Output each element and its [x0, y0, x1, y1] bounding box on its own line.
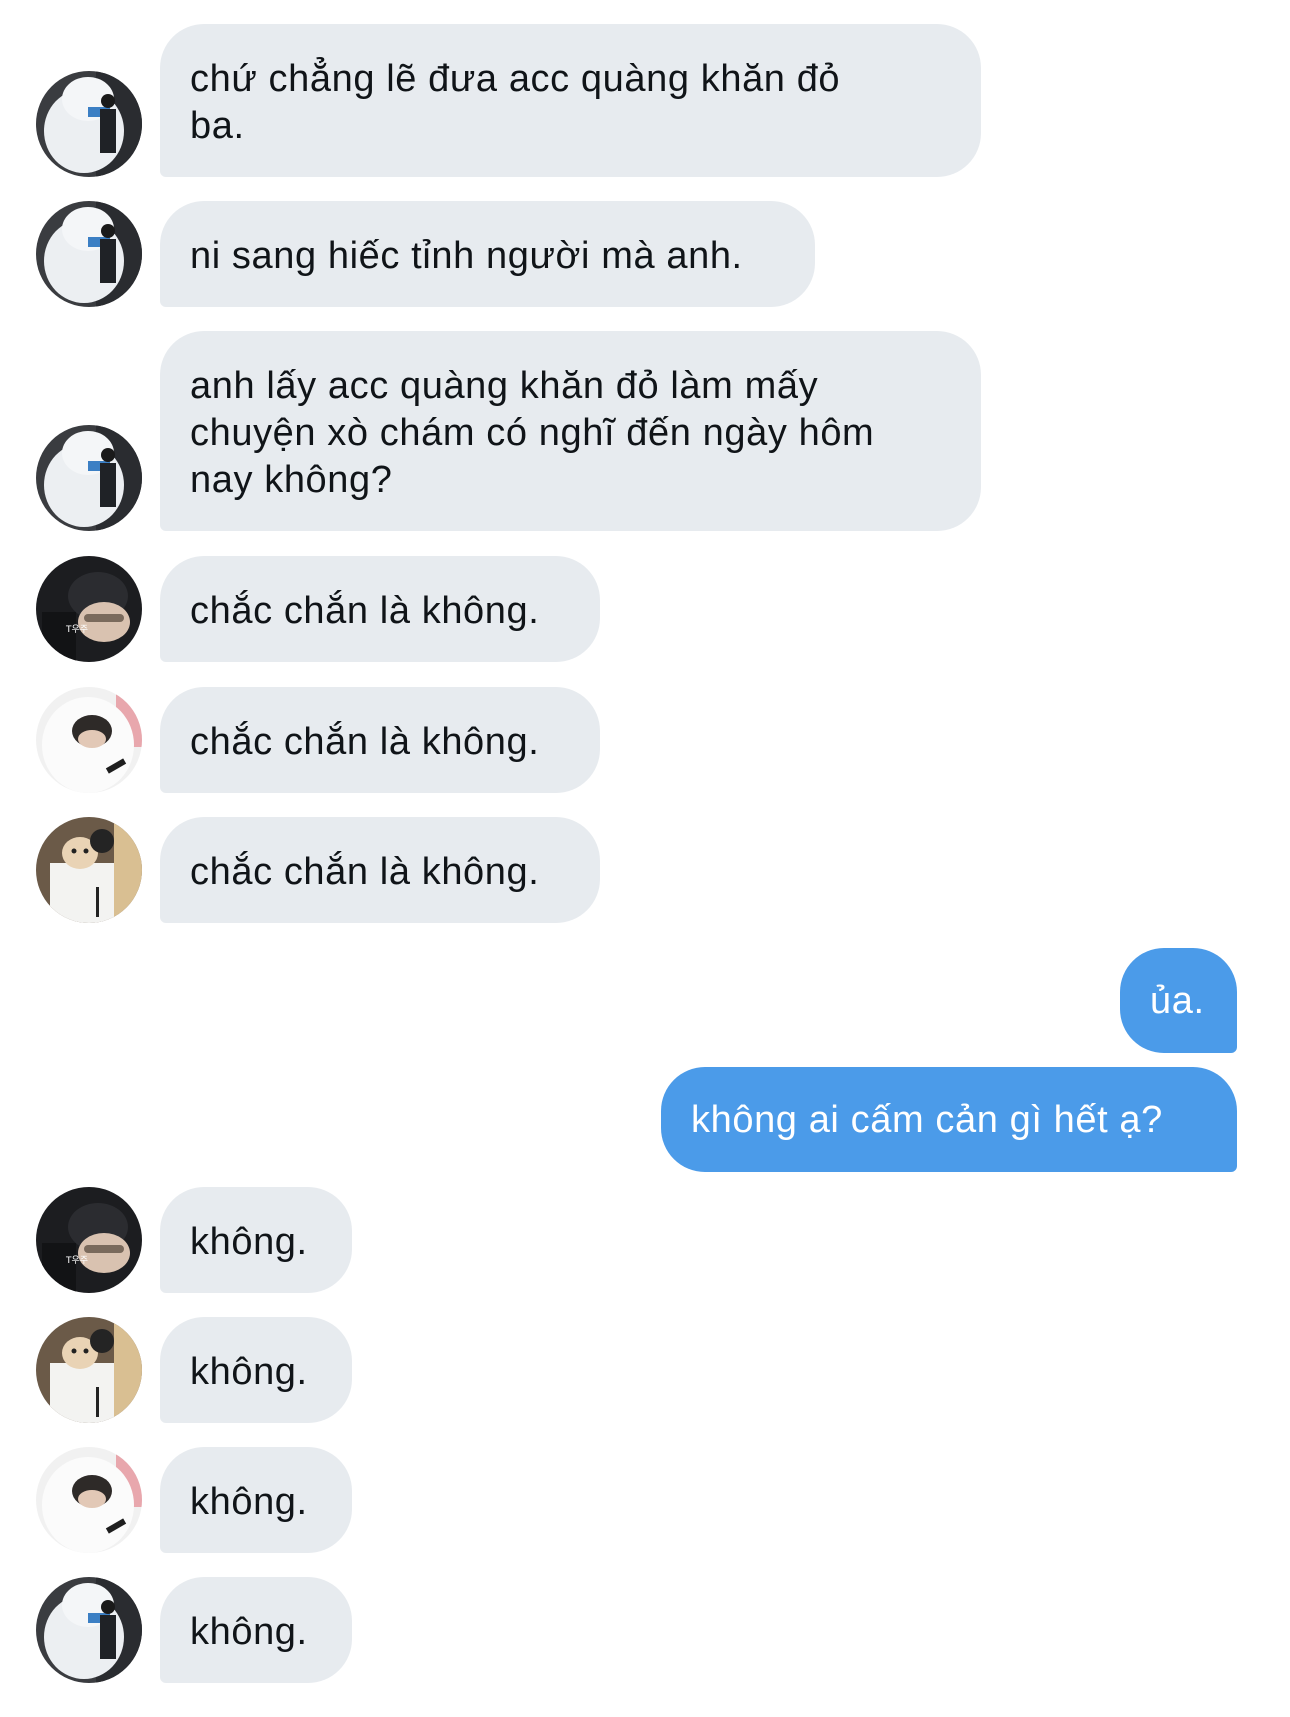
chat-thread[interactable]: chứ chẳng lẽ đưa acc quàng khăn đỏ ba. n…: [0, 0, 1290, 1717]
message-bubble[interactable]: chắc chắn là không.: [160, 687, 600, 793]
avatar-mascot-icon[interactable]: [36, 201, 142, 307]
message-bubble[interactable]: chắc chắn là không.: [160, 556, 600, 662]
sent-message-bubble[interactable]: ủa.: [1120, 948, 1237, 1053]
avatar-dark-hoodie-icon[interactable]: T우주: [36, 1187, 142, 1293]
avatar-mascot-icon[interactable]: [36, 425, 142, 531]
message-bubble[interactable]: không.: [160, 1577, 352, 1683]
svg-text:T우주: T우주: [65, 624, 88, 635]
message-bubble[interactable]: anh lấy acc quàng khăn đỏ làm mấy chuyện…: [160, 331, 981, 531]
avatar-dog-hug-icon[interactable]: [36, 817, 142, 923]
svg-text:T우주: T우주: [65, 1255, 88, 1266]
message-bubble[interactable]: không.: [160, 1187, 352, 1293]
message-bubble[interactable]: chứ chẳng lẽ đưa acc quàng khăn đỏ ba.: [160, 24, 981, 177]
avatar-dark-hoodie-icon[interactable]: T우주: [36, 556, 142, 662]
avatar-mascot-icon[interactable]: [36, 1577, 142, 1683]
avatar-white-hood-icon[interactable]: [36, 687, 142, 793]
avatar-dog-hug-icon[interactable]: [36, 1317, 142, 1423]
message-bubble[interactable]: không.: [160, 1447, 352, 1553]
sent-message-bubble[interactable]: không ai cấm cản gì hết ạ?: [661, 1067, 1237, 1172]
message-bubble[interactable]: ni sang hiếc tỉnh người mà anh.: [160, 201, 815, 307]
message-bubble[interactable]: chắc chắn là không.: [160, 817, 600, 923]
avatar-white-hood-icon[interactable]: [36, 1447, 142, 1553]
message-bubble[interactable]: không.: [160, 1317, 352, 1423]
avatar-mascot-icon[interactable]: [36, 71, 142, 177]
